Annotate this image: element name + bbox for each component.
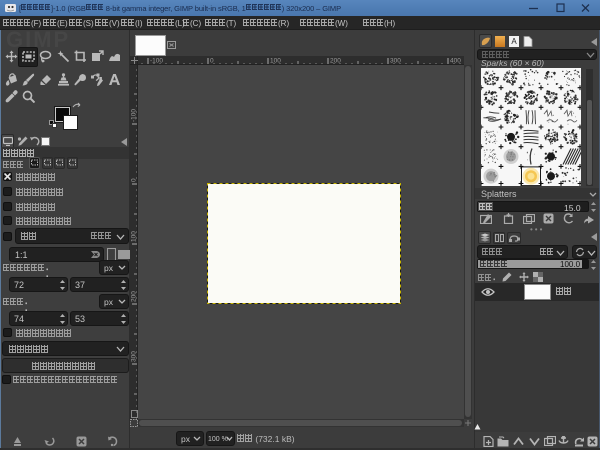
svg-text:0: 0 [210,58,214,65]
svg-text:100: 100 [270,58,281,65]
svg-text:300: 300 [131,351,138,362]
svg-text:300: 300 [390,58,401,65]
svg-text:-100: -100 [131,109,138,122]
svg-text:400: 400 [450,58,461,65]
svg-text:200: 200 [330,58,341,65]
svg-text:200: 200 [131,291,138,302]
svg-text:-100: -100 [150,58,163,65]
svg-text:100: 100 [131,231,138,242]
svg-text:0: 0 [131,178,138,182]
